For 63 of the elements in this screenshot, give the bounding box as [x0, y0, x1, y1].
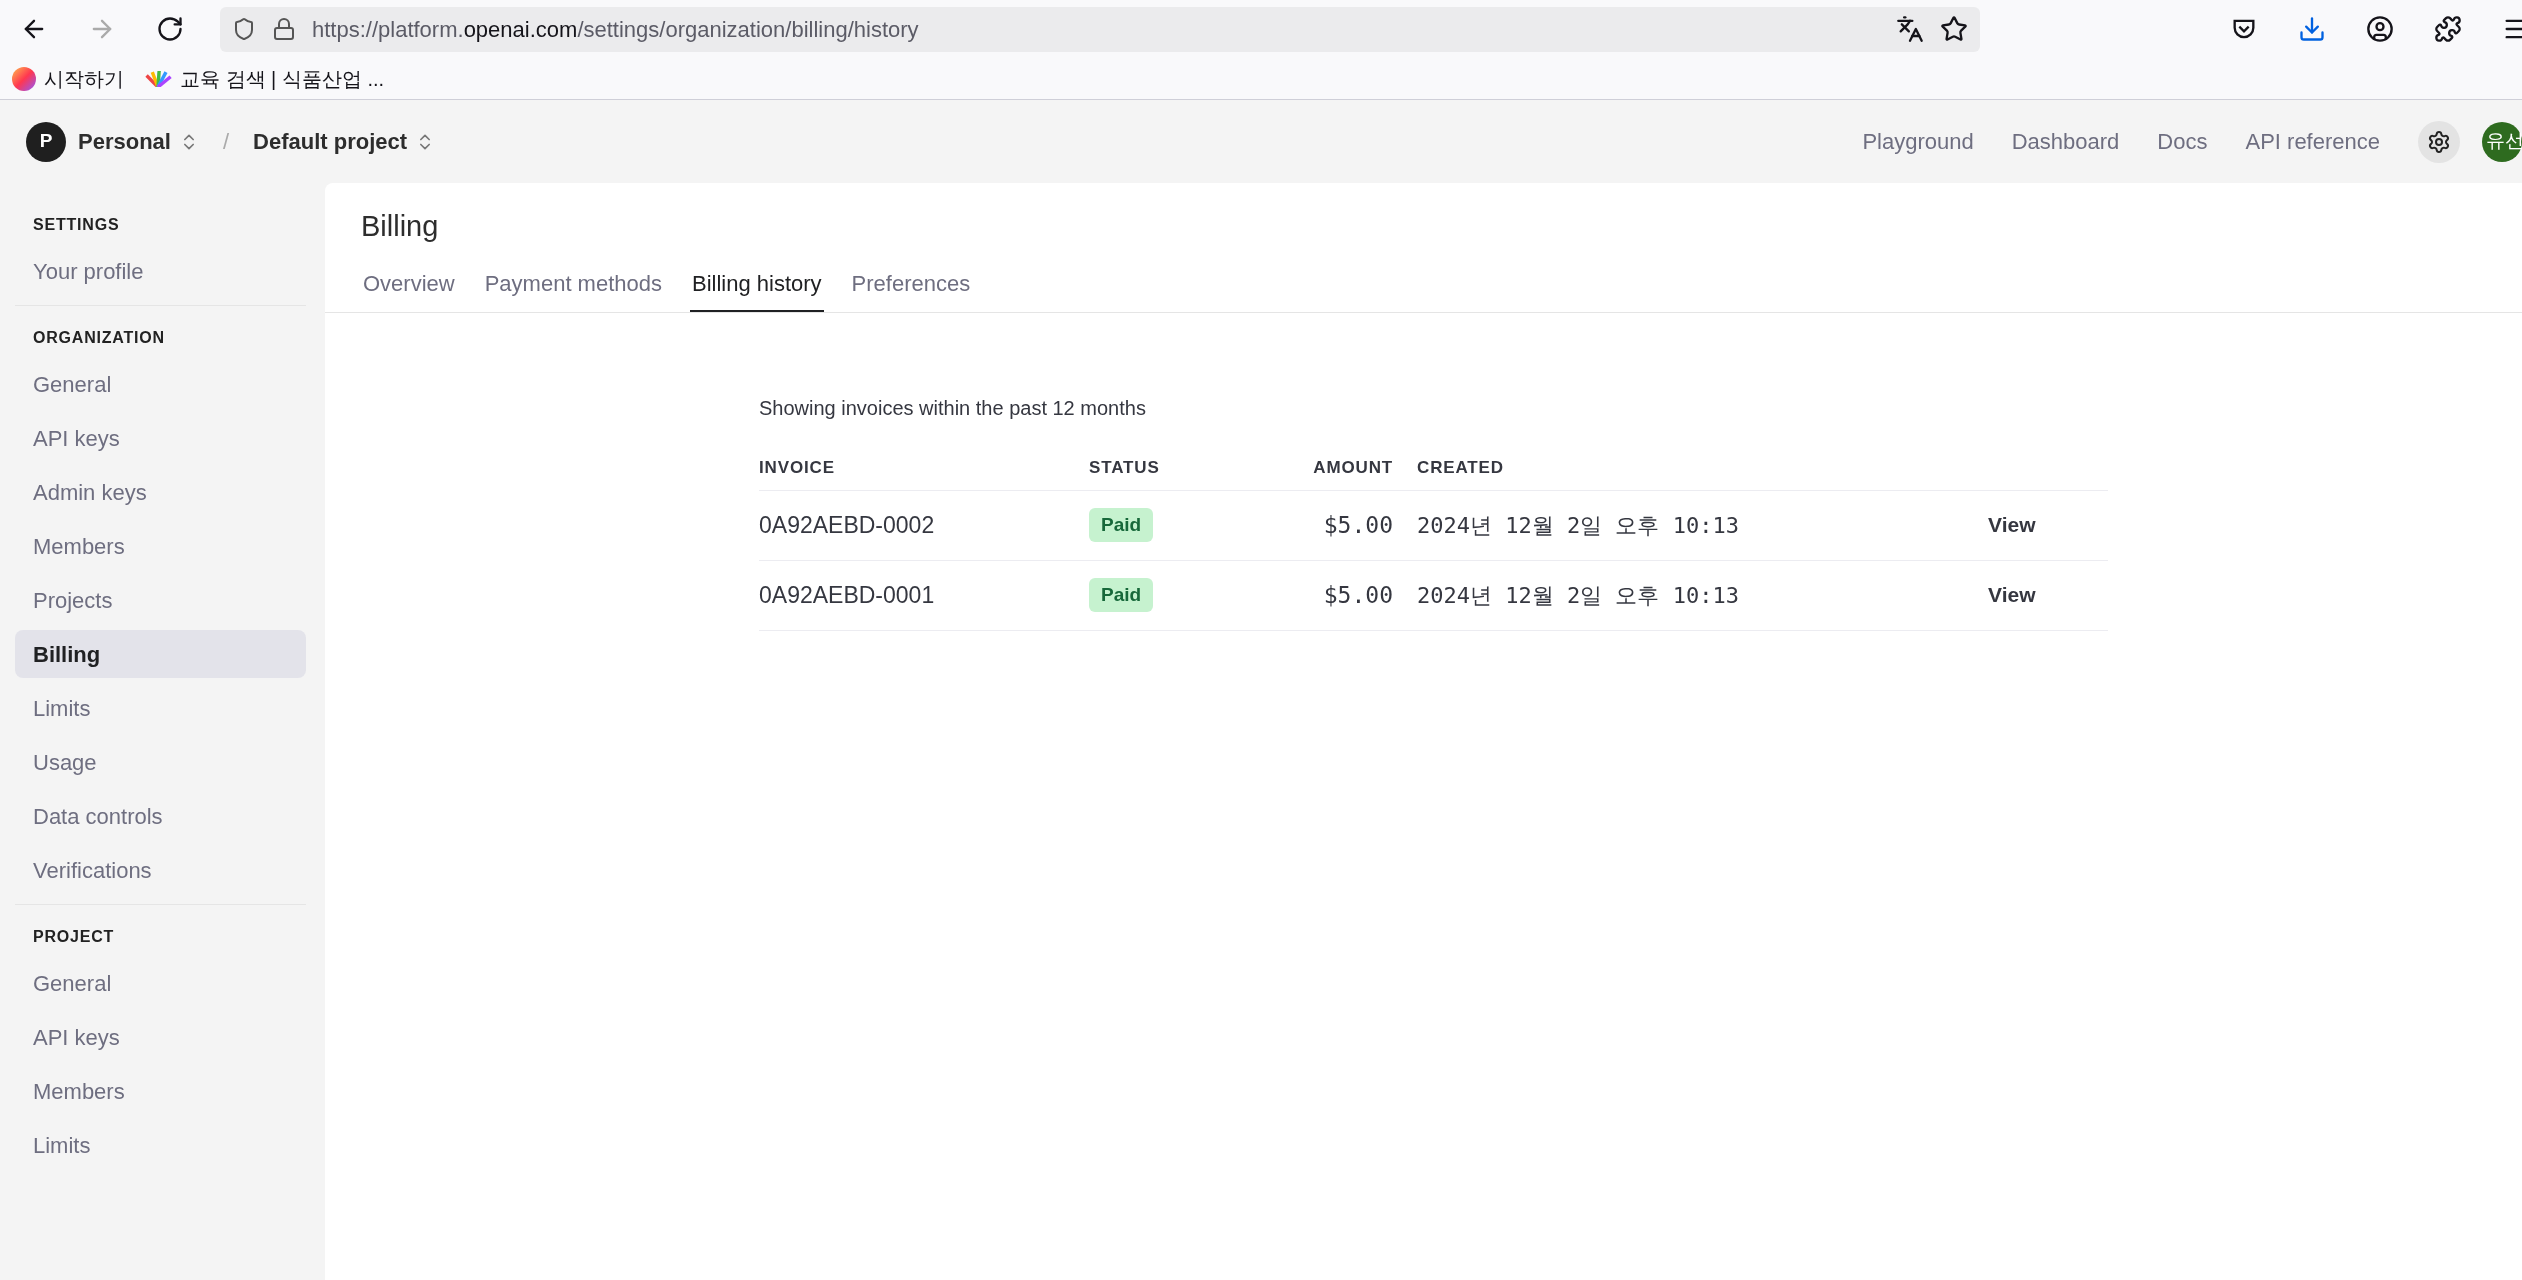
sidebar-item[interactable]: Usage: [15, 738, 306, 786]
shield-icon: [232, 17, 256, 41]
org-avatar: P: [26, 121, 66, 162]
tab[interactable]: Preferences: [849, 266, 973, 312]
created-date: 2024년 12월 2일 오후 10:13: [1417, 581, 1739, 610]
view-link[interactable]: View: [1988, 579, 2036, 611]
invoice-id: 0A92AEBD-0001: [759, 580, 935, 610]
column-header: AMOUNT: [1269, 446, 1393, 491]
sidebar-item[interactable]: Limits: [15, 684, 306, 732]
address-bar[interactable]: https://platform.openai.com/settings/organization/billing/history: [220, 6, 1980, 52]
amount-text: $5.00: [1323, 510, 1393, 540]
sidebar-item[interactable]: Projects: [15, 576, 306, 624]
status-badge: Paid: [1089, 577, 1154, 613]
bookmark-link[interactable]: 시작하기: [44, 63, 124, 94]
sidebar-item[interactable]: Your profile: [15, 247, 306, 295]
nav-link[interactable]: API reference: [2245, 125, 2380, 158]
column-header: STATUS: [1089, 446, 1269, 491]
view-link[interactable]: View: [1988, 509, 2036, 541]
project-selector[interactable]: Default project: [253, 125, 436, 158]
sidebar-item[interactable]: General: [15, 959, 306, 1007]
column-header: INVOICE: [759, 446, 1089, 491]
sidebar-item[interactable]: Members: [15, 522, 306, 570]
sidebar-item[interactable]: API keys: [15, 414, 306, 462]
sidebar-item[interactable]: Verifications: [15, 846, 306, 894]
section-heading: SETTINGS: [32, 215, 121, 235]
sidebar-item[interactable]: Billing: [15, 630, 306, 678]
sidebar-item[interactable]: Admin keys: [15, 468, 306, 516]
fan-icon: [144, 70, 172, 87]
created-date: 2024년 12월 2일 오후 10:13: [1417, 511, 1739, 540]
invoice-note: Showing invoices within the past 12 months: [759, 395, 1147, 421]
settings-button[interactable]: [2418, 120, 2460, 163]
reload-icon[interactable]: [156, 15, 184, 43]
star-icon[interactable]: [1940, 15, 1968, 43]
translate-icon[interactable]: [1896, 15, 1924, 43]
download-icon[interactable]: [2298, 15, 2326, 43]
tab[interactable]: Payment methods: [482, 266, 664, 312]
bookmark-link[interactable]: 교육 검색 | 식품산업 ...: [180, 63, 385, 94]
firefox-icon: [12, 66, 36, 91]
sidebar-item[interactable]: Members: [15, 1067, 306, 1115]
url-text: https://platform.openai.com/settings/organization/billing/history: [312, 15, 919, 44]
breadcrumb-separator: /: [222, 128, 230, 156]
section-heading: PROJECT: [32, 927, 116, 947]
sidebar-item[interactable]: API keys: [15, 1013, 306, 1061]
tab[interactable]: Overview: [361, 266, 457, 312]
sidebar-item[interactable]: General: [15, 360, 306, 408]
status-badge: Paid: [1089, 507, 1154, 543]
section-heading: ORGANIZATION: [32, 328, 166, 348]
settings-icon: [2427, 129, 2451, 154]
sidebar-item[interactable]: Data controls: [15, 792, 306, 840]
extensions-icon[interactable]: [2434, 15, 2462, 43]
nav-link[interactable]: Dashboard: [2011, 125, 2120, 158]
user-avatar[interactable]: 유선: [2482, 121, 2522, 162]
nav-link[interactable]: Docs: [2157, 125, 2208, 158]
column-header: CREATED: [1393, 446, 1988, 491]
nav-link[interactable]: Playground: [1862, 125, 1974, 158]
account-icon[interactable]: [2366, 15, 2394, 43]
amount-text: $5.00: [1323, 580, 1393, 610]
page-title: Billing: [361, 209, 440, 244]
invoice-id: 0A92AEBD-0002: [759, 510, 935, 540]
tab[interactable]: Billing history: [690, 266, 824, 312]
sidebar-item[interactable]: Limits: [15, 1121, 306, 1169]
org-selector[interactable]: Personal: [78, 125, 199, 158]
lock-icon: [272, 17, 296, 41]
